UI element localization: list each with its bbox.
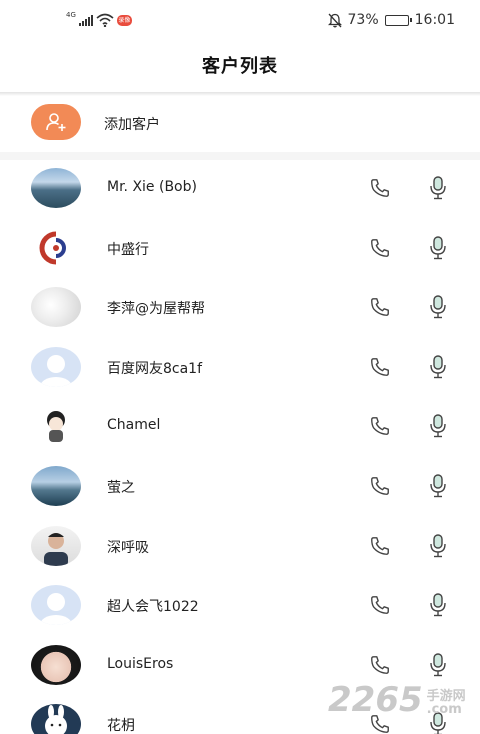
add-customer-row[interactable]: 添加客户 [0,96,480,152]
status-right: 73% 16:01 [327,11,455,29]
status-bar: 4G 录像 73% 16:01 [0,0,480,40]
recording-badge: 录像 [116,14,132,26]
microphone-icon[interactable] [426,472,450,500]
customer-name: 百度网友8ca1f [107,360,203,377]
microphone-icon[interactable] [426,174,450,202]
customer-avatar[interactable] [31,644,81,685]
phone-icon[interactable] [367,534,393,558]
phone-icon[interactable] [367,355,393,379]
customer-avatar[interactable] [31,525,81,566]
customer-avatar[interactable] [31,465,81,506]
microphone-icon[interactable] [426,353,450,381]
customer-row[interactable]: 萤之 [0,458,480,518]
phone-icon[interactable] [367,593,393,617]
phone-icon[interactable] [367,414,393,438]
customer-avatar[interactable] [31,168,81,208]
battery-percent: 73% [347,12,379,28]
customer-avatar[interactable] [31,704,81,734]
customer-avatar[interactable] [31,227,81,268]
microphone-icon[interactable] [426,651,450,679]
customer-row[interactable]: 李萍@为屋帮帮 [0,279,480,339]
microphone-icon[interactable] [426,532,450,560]
watermark-domain: .com [426,702,462,717]
customer-list: Mr. Xie (Bob) 中盛行李萍@为屋帮帮 百度网友8ca1f Chamel⁨ 萤… [0,160,480,734]
status-left: 4G 录像 [66,11,132,29]
title-bar: 客户列表 [0,40,480,94]
customer-row[interactable]: 超人会飞1022 [0,577,480,637]
watermark-number: 2265 [328,680,423,720]
page-title: 客户列表 [202,56,278,77]
customer-row[interactable]: 百度网友8ca1f [0,339,480,399]
customer-name: 超人会飞1022 [107,599,199,616]
add-user-icon[interactable] [31,104,81,140]
section-divider [0,152,480,160]
customer-name: 花枂 [107,718,135,734]
clock-time: 16:01 [414,12,455,28]
microphone-icon[interactable] [426,412,450,440]
customer-name: Chamel⁨ [107,417,161,434]
signal-icon [78,14,93,26]
phone-icon[interactable] [367,236,393,260]
network-type-label: 4G [66,11,76,19]
phone-icon[interactable] [367,176,393,200]
microphone-icon[interactable] [426,234,450,262]
phone-icon[interactable] [367,653,393,677]
phone-icon[interactable] [367,295,393,319]
wifi-icon [96,13,114,27]
microphone-icon[interactable] [426,293,450,321]
customer-row[interactable]: 中盛行 [0,220,480,280]
customer-name: Mr. Xie (Bob) [107,179,197,195]
customer-name: 中盛行 [107,241,149,258]
customer-name: 深呼吸 [107,539,149,556]
customer-row[interactable]: Chamel⁨ [0,398,480,458]
customer-name: 萤之 [107,479,135,496]
customer-name: 李萍@为屋帮帮 [107,301,205,318]
customer-avatar[interactable] [31,585,81,626]
customer-row[interactable]: Mr. Xie (Bob) [0,160,480,220]
customer-avatar[interactable] [31,406,81,447]
customer-avatar[interactable] [31,346,81,387]
add-customer-label: 添加客户 [104,117,160,133]
watermark-logo: 2265 手游网 .com [328,680,466,720]
customer-avatar[interactable] [31,287,81,328]
microphone-icon[interactable] [426,591,450,619]
battery-icon [384,14,412,26]
phone-icon[interactable] [367,474,393,498]
customer-row[interactable]: 深呼吸 [0,518,480,578]
customer-name: LouisEros [107,655,174,672]
watermark-text: 手游网 .com [427,690,466,720]
mute-bell-icon [327,13,342,27]
